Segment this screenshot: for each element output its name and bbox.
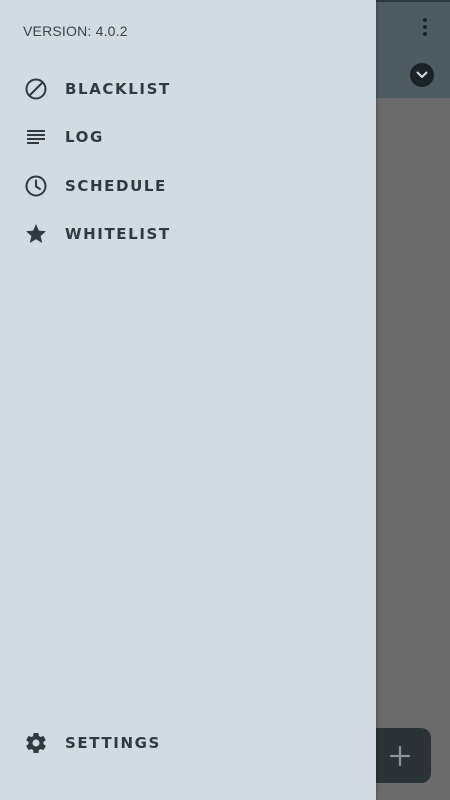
nav-item-settings[interactable]: SETTINGS	[0, 723, 376, 763]
plus-icon	[389, 745, 411, 767]
nav-item-schedule[interactable]: SCHEDULE	[0, 166, 376, 206]
list-lines-icon	[24, 125, 48, 149]
gear-icon	[24, 731, 48, 755]
more-vertical-icon[interactable]	[414, 14, 436, 40]
version-label: VERSION: 4.0.2	[23, 23, 128, 39]
star-icon	[24, 222, 48, 246]
clock-icon	[24, 174, 48, 198]
chevron-down-icon[interactable]	[410, 63, 434, 87]
nav-item-label: SETTINGS	[65, 734, 161, 752]
nav-item-log[interactable]: LOG	[0, 117, 376, 157]
nav-item-label: BLACKLIST	[65, 80, 171, 98]
navigation-drawer: VERSION: 4.0.2 BLACKLIST LOG SCHEDULE WH…	[0, 0, 376, 800]
nav-item-label: LOG	[65, 128, 104, 146]
add-button[interactable]	[368, 728, 431, 783]
block-icon	[24, 77, 48, 101]
nav-item-label: WHITELIST	[65, 225, 171, 243]
nav-item-whitelist[interactable]: WHITELIST	[0, 214, 376, 254]
nav-item-label: SCHEDULE	[65, 177, 167, 195]
nav-item-blacklist[interactable]: BLACKLIST	[0, 69, 376, 109]
